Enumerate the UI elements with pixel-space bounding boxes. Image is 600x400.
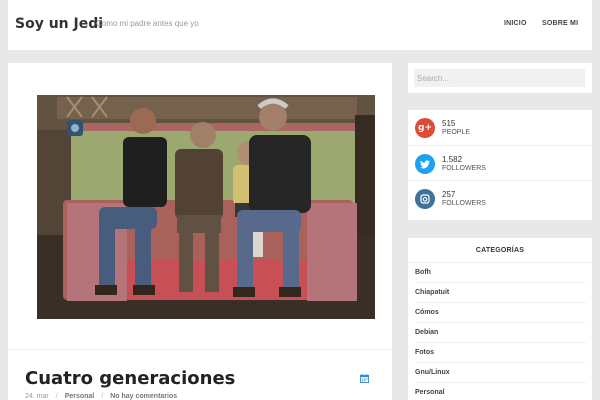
category-item-fotos[interactable]: Fotos: [415, 343, 586, 363]
category-item-gnu-linux[interactable]: Gnu/Linux: [415, 363, 586, 383]
categories-list: Bofh Chiapatuit Cómos Debian Fotos Gnu/L…: [415, 263, 586, 400]
social-label: FOLLOWERS: [442, 165, 486, 172]
post-category-link[interactable]: Personal: [65, 393, 95, 400]
site-title[interactable]: Soy un Jedi: [15, 16, 103, 32]
social-count: 515: [442, 119, 456, 128]
nav-item-sobre-mi[interactable]: SOBRE MI: [542, 20, 578, 27]
post-card: Cuatro generaciones 24. mar / Personal / No …: [8, 63, 392, 400]
family-photo-illustration: [37, 95, 375, 319]
search-widget: [408, 63, 592, 93]
category-item-debian[interactable]: Debian: [415, 323, 586, 343]
categories-title: CATEGORÍAS: [475, 247, 525, 254]
category-item-chiapatuit[interactable]: Chiapatuit: [415, 283, 586, 303]
meta-separator: /: [101, 393, 104, 400]
site-tagline: Como mi padre antes que yo: [96, 19, 199, 28]
social-label: FOLLOWERS: [442, 200, 486, 207]
social-widget: g+ 515 PEOPLE 1.582 FOLLOWERS 257 FOLLOW…: [408, 110, 592, 220]
category-item-comos[interactable]: Cómos: [415, 303, 586, 323]
meta-separator: /: [55, 393, 58, 400]
twitter-bird-icon: [420, 159, 430, 168]
categories-widget: CATEGORÍAS Bofh Chiapatuit Cómos Debian …: [408, 238, 592, 400]
site-header: Soy un Jedi Como mi padre antes que yo I…: [8, 0, 592, 50]
post-comments-link[interactable]: No hay comentarios: [110, 393, 177, 400]
post-divider: [8, 349, 392, 350]
post-date: 24. mar: [25, 393, 49, 400]
category-item-personal[interactable]: Personal: [415, 383, 586, 400]
post-title[interactable]: Cuatro generaciones: [25, 368, 235, 389]
instagram-icon: [415, 189, 435, 209]
social-count: 257: [442, 190, 456, 199]
social-row-twitter[interactable]: 1.582 FOLLOWERS: [408, 145, 592, 180]
category-item-bofh[interactable]: Bofh: [415, 263, 586, 283]
post-featured-image[interactable]: [37, 95, 375, 319]
social-count: 1.582: [442, 155, 463, 164]
social-row-instagram[interactable]: 257 FOLLOWERS: [408, 180, 592, 215]
search-input[interactable]: [414, 69, 585, 87]
google-plus-icon: g+: [415, 118, 435, 138]
social-label: PEOPLE: [442, 129, 471, 136]
nav-item-inicio[interactable]: INICIO: [504, 20, 527, 27]
post-meta: 24. mar / Personal / No hay comentarios: [25, 393, 177, 400]
twitter-icon: [415, 154, 435, 174]
social-row-google-plus[interactable]: g+ 515 PEOPLE: [408, 110, 592, 145]
instagram-camera-icon: [420, 194, 430, 204]
calendar-icon: [360, 374, 369, 383]
